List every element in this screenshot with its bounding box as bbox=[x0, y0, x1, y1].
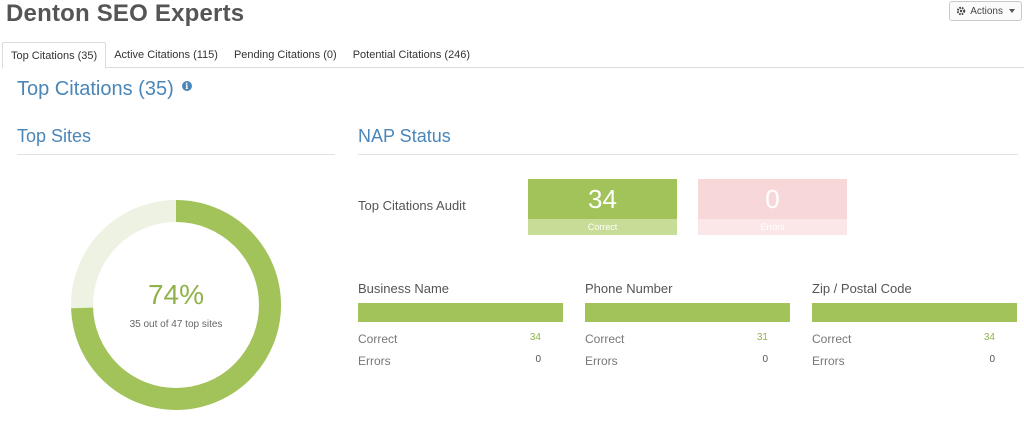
metric-errors-value: 0 bbox=[762, 354, 768, 365]
donut-percent: 74% bbox=[147, 278, 205, 310]
metric-errors-label: Errors bbox=[585, 354, 618, 368]
top-sites-divider bbox=[17, 154, 335, 155]
nap-status-title: NAP Status bbox=[358, 126, 451, 146]
metric-zip-postal-code: Zip / Postal Code Correct 34 Errors 0 bbox=[812, 281, 1017, 368]
metric-correct-row: Correct 34 bbox=[358, 332, 563, 346]
donut-subtitle: 35 out of 47 top sites bbox=[129, 318, 223, 330]
actions-button[interactable]: Actions bbox=[949, 1, 1022, 21]
top-citations-audit-label: Top Citations Audit bbox=[358, 198, 466, 213]
actions-label: Actions bbox=[970, 5, 1003, 17]
correct-caption: Correct bbox=[528, 219, 677, 235]
metric-errors-value: 0 bbox=[535, 354, 541, 365]
metric-title: Zip / Postal Code bbox=[812, 281, 912, 296]
errors-count-box: 0 Errors bbox=[698, 179, 847, 235]
section-title: Top Citations (35) i bbox=[17, 78, 192, 101]
metric-correct-value: 34 bbox=[529, 332, 541, 343]
citation-tabs: Top Citations (35) Active Citations (115… bbox=[2, 42, 1024, 69]
correct-count: 34 bbox=[528, 179, 677, 219]
tab-pending-citations[interactable]: Pending Citations (0) bbox=[226, 42, 345, 68]
gear-icon bbox=[956, 6, 966, 16]
chevron-down-icon bbox=[1009, 9, 1015, 13]
metric-errors-row: Errors 0 bbox=[585, 354, 790, 368]
metric-errors-row: Errors 0 bbox=[812, 354, 1017, 368]
metric-phone-number: Phone Number Correct 31 Errors 0 bbox=[585, 281, 790, 368]
donut-center: 74% 35 out of 47 top sites bbox=[65, 194, 287, 416]
metric-errors-value: 0 bbox=[989, 354, 995, 365]
metric-errors-label: Errors bbox=[812, 354, 845, 368]
nap-status-divider bbox=[358, 154, 1018, 155]
metric-progress-bar bbox=[358, 303, 563, 322]
top-sites-donut: 74% 35 out of 47 top sites bbox=[65, 194, 287, 416]
metric-correct-row: Correct 34 bbox=[812, 332, 1017, 346]
metric-errors-row: Errors 0 bbox=[358, 354, 563, 368]
company-title: Denton SEO Experts bbox=[6, 0, 245, 27]
correct-count-box: 34 Correct bbox=[528, 179, 677, 235]
metric-correct-label: Correct bbox=[585, 332, 625, 346]
metric-title: Phone Number bbox=[585, 281, 673, 296]
metric-correct-value: 31 bbox=[756, 332, 768, 343]
metric-correct-label: Correct bbox=[812, 332, 852, 346]
metric-title: Business Name bbox=[358, 281, 450, 296]
section-title-text: Top Citations (35) bbox=[17, 78, 174, 100]
metric-errors-label: Errors bbox=[358, 354, 391, 368]
metric-correct-value: 34 bbox=[983, 332, 995, 343]
metric-progress-bar bbox=[812, 303, 1017, 322]
metric-progress-bar bbox=[585, 303, 790, 322]
metric-business-name: Business Name Correct 34 Errors 0 bbox=[358, 281, 563, 368]
tab-potential-citations[interactable]: Potential Citations (246) bbox=[345, 42, 478, 68]
errors-count: 0 bbox=[698, 179, 847, 219]
metric-correct-label: Correct bbox=[358, 332, 398, 346]
top-sites-title: Top Sites bbox=[17, 126, 92, 146]
tab-active-citations[interactable]: Active Citations (115) bbox=[106, 42, 226, 68]
metric-correct-row: Correct 31 bbox=[585, 332, 790, 346]
info-icon[interactable]: i bbox=[181, 80, 192, 91]
errors-caption: Errors bbox=[698, 219, 847, 235]
tab-top-citations[interactable]: Top Citations (35) bbox=[2, 42, 107, 69]
